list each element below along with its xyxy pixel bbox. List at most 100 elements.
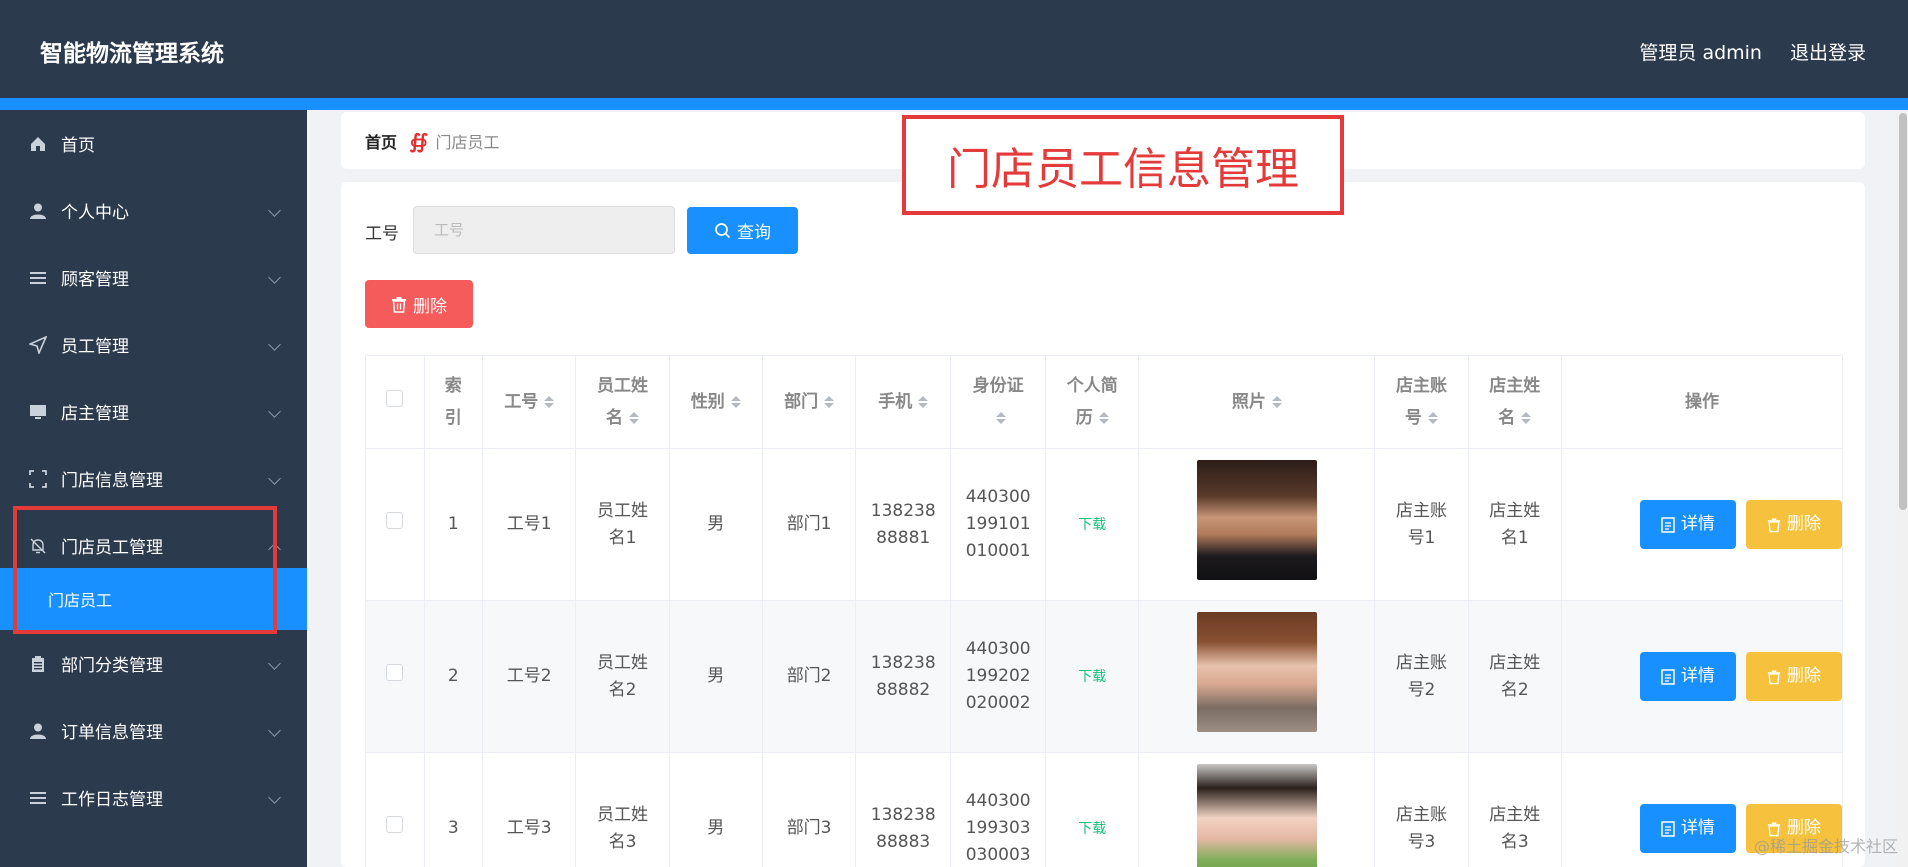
sidebar-item-work-logs[interactable]: 工作日志管理 <box>0 764 307 831</box>
bulk-delete-button[interactable]: 删除 <box>365 280 473 328</box>
sidebar: 首页 个人中心 顾客管理 员工管理 店主管理 门店信息管理 门店员工管理 部门分… <box>0 110 307 867</box>
page-scrollbar-thumb[interactable] <box>1899 113 1907 510</box>
resume-download-link[interactable]: 下载 <box>1078 669 1106 685</box>
employee-photo[interactable] <box>1196 764 1317 867</box>
sort-icon[interactable] <box>996 412 1007 424</box>
column-header-phone[interactable]: 手机 <box>855 355 952 449</box>
employee-photo[interactable] <box>1196 460 1317 580</box>
row-checkbox[interactable] <box>386 512 404 529</box>
detail-button[interactable]: 详情 <box>1639 804 1736 853</box>
detail-button[interactable]: 详情 <box>1639 652 1736 701</box>
document-icon <box>1661 820 1675 837</box>
search-icon <box>714 222 731 239</box>
cell-index: 1 <box>423 448 484 601</box>
cell-gender: 男 <box>668 600 763 753</box>
send-icon <box>27 334 49 356</box>
cell-phone: 138238 88883 <box>855 752 952 867</box>
row-delete-button[interactable]: 删除 <box>1745 500 1842 549</box>
select-all-checkbox[interactable] <box>386 390 404 407</box>
cell-owner-name: 店主姓 名3 <box>1467 752 1562 867</box>
sidebar-item-orders[interactable]: 订单信息管理 <box>0 697 307 764</box>
column-header-photo[interactable]: 照片 <box>1138 355 1376 449</box>
cell-phone: 138238 88882 <box>855 600 952 753</box>
cell-emp-no: 工号1 <box>482 448 577 601</box>
user-icon <box>27 200 49 222</box>
watermark: @稀土掘金技术社区 <box>1753 837 1898 856</box>
cell-owner-account: 店主账 号2 <box>1374 600 1469 753</box>
cell-owner-account: 店主账 号3 <box>1374 752 1469 867</box>
detail-button[interactable]: 详情 <box>1639 500 1736 549</box>
sort-icon[interactable] <box>1521 412 1532 424</box>
column-header-owner-name[interactable]: 店主姓名 <box>1467 355 1562 449</box>
search-label: 工号 <box>365 224 399 244</box>
column-header-resume[interactable]: 个人简历 <box>1045 355 1140 449</box>
cell-dept: 部门3 <box>761 752 857 867</box>
sidebar-item-customers[interactable]: 顾客管理 <box>0 244 307 311</box>
row-delete-button[interactable]: 删除 <box>1745 652 1842 701</box>
emp-no-search-input[interactable] <box>413 206 675 254</box>
query-button[interactable]: 查询 <box>687 207 798 254</box>
column-header-gender[interactable]: 性别 <box>668 355 763 449</box>
sidebar-item-personal-center[interactable]: 个人中心 <box>0 177 307 244</box>
chevron-down-icon <box>268 723 281 737</box>
column-header-emp-no[interactable]: 工号 <box>482 355 577 449</box>
column-header-index: 索引 <box>423 355 484 449</box>
chevron-down-icon <box>268 270 281 284</box>
sidebar-item-label: 顾客管理 <box>61 270 129 290</box>
cell-index: 2 <box>423 600 484 753</box>
sidebar-item-store-info[interactable]: 门店信息管理 <box>0 445 307 512</box>
user-icon <box>27 720 49 742</box>
select-all-cell[interactable] <box>365 355 425 449</box>
table-row: 3 工号3 员工姓 名3 男 部门3 138238 88883 440300 1993… <box>365 752 1843 867</box>
sidebar-item-label: 门店员工管理 <box>61 538 163 558</box>
cell-resume: 下载 <box>1045 752 1140 867</box>
logout-link[interactable]: 退出登录 <box>1790 38 1866 65</box>
sidebar-item-owners[interactable]: 店主管理 <box>0 378 307 445</box>
column-header-emp-name[interactable]: 员工姓名 <box>575 355 670 449</box>
sidebar-item-label: 店主管理 <box>61 404 129 424</box>
chevron-down-icon <box>268 203 281 217</box>
sidebar-item-label: 首页 <box>61 136 95 156</box>
chevron-up-icon <box>268 542 281 556</box>
cell-ops: 详情 删除 <box>1560 448 1843 601</box>
chevron-down-icon <box>268 656 281 670</box>
breadcrumb-home[interactable]: 首页 <box>365 129 397 153</box>
sort-icon[interactable] <box>1427 412 1438 424</box>
sidebar-item-employees[interactable]: 员工管理 <box>0 311 307 378</box>
sidebar-item-departments[interactable]: 部门分类管理 <box>0 630 307 697</box>
top-header: 智能物流管理系统 管理员 admin 退出登录 <box>0 0 1908 98</box>
sidebar-item-label: 订单信息管理 <box>61 723 163 743</box>
admin-user-label[interactable]: 管理员 admin <box>1639 38 1762 65</box>
sidebar-item-home[interactable]: 首页 <box>0 110 307 177</box>
resume-download-link[interactable]: 下载 <box>1078 517 1106 533</box>
employee-photo[interactable] <box>1196 612 1317 732</box>
column-header-owner-account[interactable]: 店主账号 <box>1374 355 1469 449</box>
sort-icon[interactable] <box>918 396 929 408</box>
monitor-icon <box>27 401 49 423</box>
cell-phone: 138238 88881 <box>855 448 952 601</box>
cell-dept: 部门1 <box>761 448 857 601</box>
sort-icon[interactable] <box>1098 412 1109 424</box>
column-header-dept[interactable]: 部门 <box>761 355 857 449</box>
app-title: 智能物流管理系统 <box>40 41 224 67</box>
row-checkbox[interactable] <box>386 816 404 833</box>
cell-id-card: 440300 199101 010001 <box>950 448 1047 601</box>
sort-icon[interactable] <box>1271 396 1282 408</box>
sort-icon[interactable] <box>544 396 555 408</box>
trash-icon <box>391 296 407 313</box>
document-icon <box>1661 668 1675 685</box>
row-checkbox[interactable] <box>386 664 404 681</box>
chevron-down-icon <box>268 471 281 485</box>
sidebar-item-label: 个人中心 <box>61 203 129 223</box>
staff-table: 索引 工号 员工姓名 性别 部门 手机 身份证 个人简历 照片 店主账号 店主姓… <box>365 355 1843 867</box>
resume-download-link[interactable]: 下载 <box>1078 821 1106 837</box>
frame-icon <box>27 468 49 490</box>
sort-icon[interactable] <box>824 396 835 408</box>
sort-icon[interactable] <box>629 412 639 424</box>
sort-icon[interactable] <box>730 396 741 408</box>
column-header-id-card[interactable]: 身份证 <box>950 355 1047 449</box>
query-button-label: 查询 <box>737 223 771 243</box>
cell-photo <box>1138 600 1376 753</box>
cell-id-card: 440300 199303 030003 <box>950 752 1047 867</box>
sidebar-subitem-store-staff[interactable]: 门店员工 <box>0 568 307 630</box>
